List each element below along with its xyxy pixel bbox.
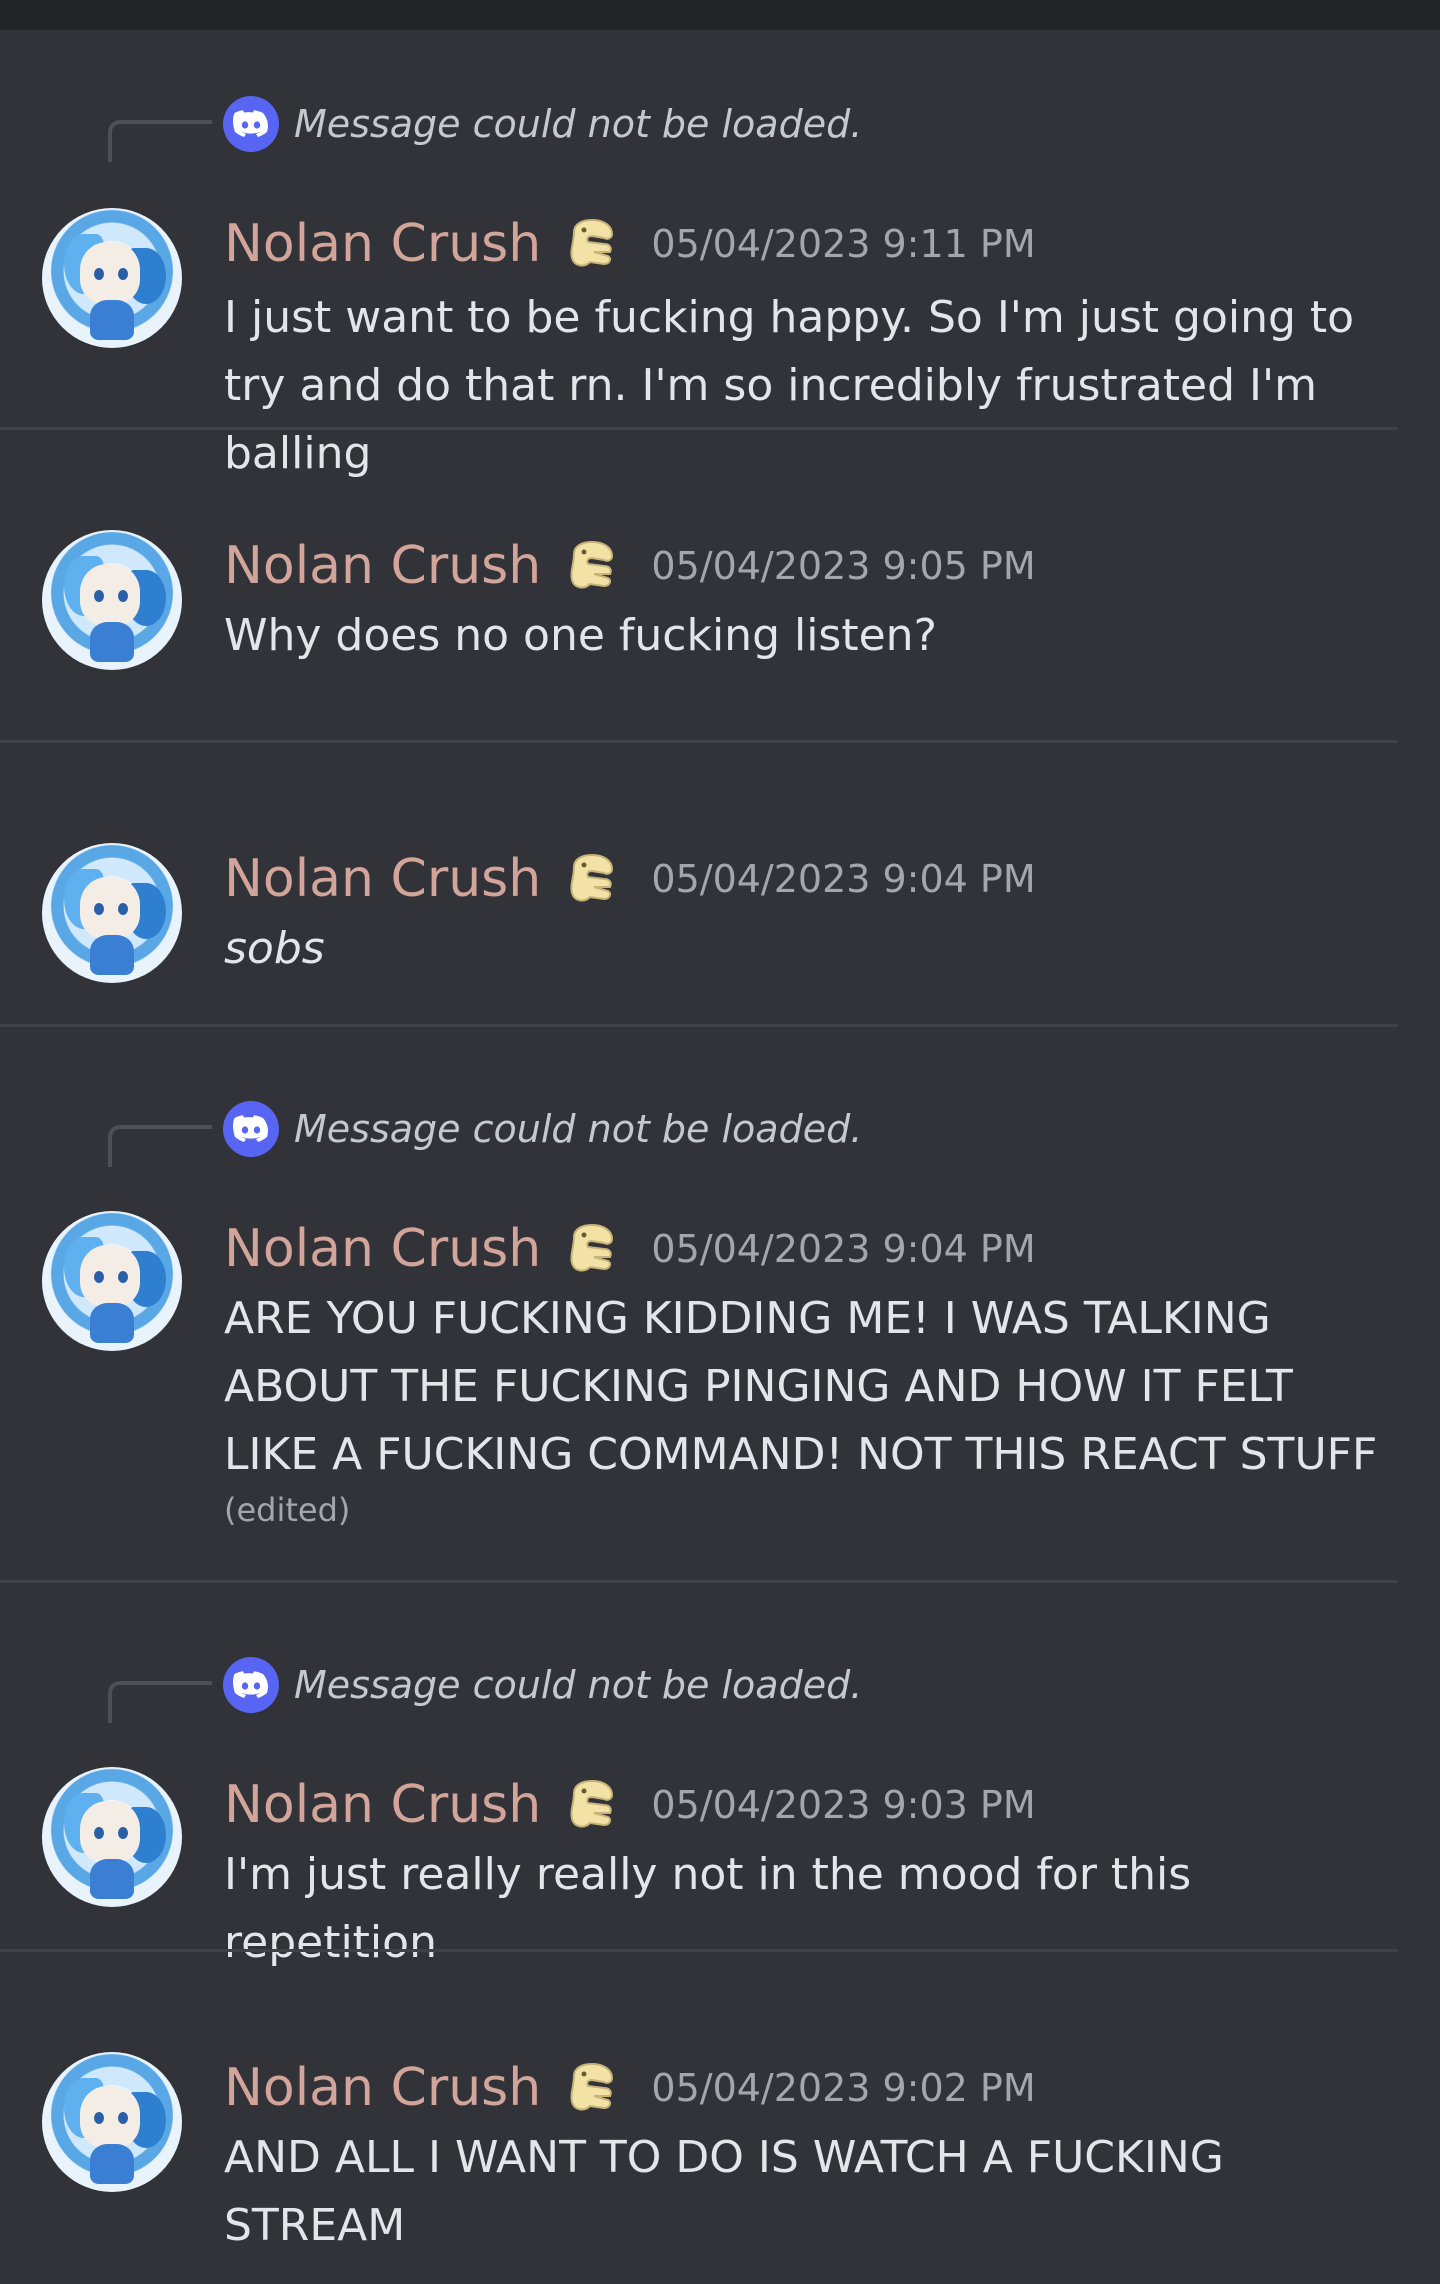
avatar[interactable] (42, 208, 182, 348)
reply-text: Message could not be loaded. (294, 1107, 863, 1151)
message-header: Nolan Crush 05/04/2023 9:02 PM (224, 2058, 1036, 2118)
message-item[interactable]: Nolan Crush 05/04/2023 9:05 PM Why does … (0, 430, 1398, 715)
pointing-hand-badge-icon[interactable] (564, 216, 620, 272)
message-item[interactable]: Message could not be loaded. Nolan Crush… (0, 1027, 1398, 1582)
reply-text: Message could not be loaded. (294, 1663, 863, 1707)
message-item[interactable]: Nolan Crush 05/04/2023 9:04 PM sobs (0, 743, 1398, 1028)
author-name[interactable]: Nolan Crush (224, 1775, 541, 1835)
reply-preview[interactable]: Message could not be loaded. (0, 1655, 1398, 1723)
message-item[interactable]: Message could not be loaded. Nolan Crush… (0, 1583, 1398, 1968)
reply-text: Message could not be loaded. (294, 102, 863, 146)
discord-logo-icon (223, 96, 279, 152)
avatar[interactable] (42, 1767, 182, 1907)
pointing-hand-badge-icon[interactable] (564, 851, 620, 907)
author-name[interactable]: Nolan Crush (224, 2058, 541, 2118)
author-name[interactable]: Nolan Crush (224, 214, 541, 274)
reply-spine (108, 1681, 212, 1723)
message-header: Nolan Crush 05/04/2023 9:04 PM (224, 849, 1036, 909)
timestamp[interactable]: 05/04/2023 9:04 PM (651, 857, 1035, 901)
avatar[interactable] (42, 843, 182, 983)
message-text: sobs (224, 923, 325, 974)
message-item[interactable]: Message could not be loaded. Nolan Crush… (0, 30, 1398, 479)
reply-preview[interactable]: Message could not be loaded. (0, 1099, 1398, 1167)
pointing-hand-badge-icon[interactable] (564, 2060, 620, 2116)
message-text: ARE YOU FUCKING KIDDING ME! I WAS TALKIN… (224, 1293, 1378, 1480)
timestamp[interactable]: 05/04/2023 9:02 PM (651, 2066, 1035, 2110)
reply-spine (108, 120, 212, 162)
top-bar (0, 0, 1440, 30)
message-header: Nolan Crush 05/04/2023 9:03 PM (224, 1775, 1036, 1835)
message-text: AND ALL I WANT TO DO IS WATCH A FUCKING … (224, 2132, 1238, 2251)
author-name[interactable]: Nolan Crush (224, 1219, 541, 1279)
message-header: Nolan Crush 05/04/2023 9:05 PM (224, 536, 1036, 596)
message-text: Why does no one fucking listen? (224, 610, 937, 661)
avatar[interactable] (42, 2052, 182, 2192)
discord-logo-icon (223, 1657, 279, 1713)
pointing-hand-badge-icon[interactable] (564, 1777, 620, 1833)
avatar[interactable] (42, 530, 182, 670)
author-name[interactable]: Nolan Crush (224, 536, 541, 596)
timestamp[interactable]: 05/04/2023 9:04 PM (651, 1227, 1035, 1271)
timestamp[interactable]: 05/04/2023 9:03 PM (651, 1783, 1035, 1827)
reply-spine (108, 1125, 212, 1167)
pointing-hand-badge-icon[interactable] (564, 1221, 620, 1277)
edited-label: (edited) (224, 1491, 351, 1529)
timestamp[interactable]: 05/04/2023 9:05 PM (651, 544, 1035, 588)
discord-logo-icon (223, 1101, 279, 1157)
author-name[interactable]: Nolan Crush (224, 849, 541, 909)
message-item[interactable]: Nolan Crush 05/04/2023 9:02 PM AND ALL I… (0, 1952, 1398, 2284)
pointing-hand-badge-icon[interactable] (564, 538, 620, 594)
message-header: Nolan Crush 05/04/2023 9:11 PM (224, 214, 1036, 274)
avatar[interactable] (42, 1211, 182, 1351)
timestamp[interactable]: 05/04/2023 9:11 PM (651, 222, 1035, 266)
message-header: Nolan Crush 05/04/2023 9:04 PM (224, 1219, 1036, 1279)
reply-preview[interactable]: Message could not be loaded. (0, 94, 1398, 162)
